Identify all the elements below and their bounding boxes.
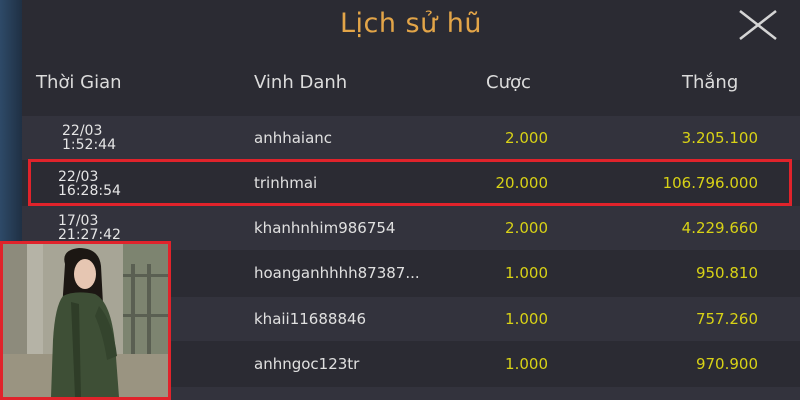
column-header-time: Thời Gian bbox=[36, 72, 122, 93]
table-row[interactable]: 22/03 1:52:44 anhhaianc 2.000 3.205.100 bbox=[22, 116, 800, 160]
close-icon bbox=[739, 10, 777, 40]
dialog-title: Lịch sử hũ bbox=[339, 8, 483, 39]
row-date: 22/03 bbox=[62, 123, 103, 139]
highlight-box bbox=[28, 159, 792, 206]
row-win: 4.229.660 bbox=[681, 219, 758, 237]
close-button[interactable] bbox=[736, 8, 780, 42]
row-datetime: 17/03 21:27:42 bbox=[58, 214, 148, 242]
row-player-name: khaii11688846 bbox=[254, 310, 367, 328]
dialog-header: Lịch sử hũ bbox=[22, 0, 800, 52]
row-bet: 1.000 bbox=[505, 264, 548, 282]
column-header-bet: Cược bbox=[486, 72, 531, 93]
row-win: 950.810 bbox=[695, 264, 758, 282]
row-win: 757.260 bbox=[695, 310, 758, 328]
row-time: 1:52:44 bbox=[62, 137, 116, 153]
row-bet: 1.000 bbox=[505, 310, 548, 328]
table-header: Thời Gian Vinh Danh Cược Thắng bbox=[22, 52, 800, 114]
column-header-name: Vinh Danh bbox=[254, 72, 348, 93]
row-player-name: anhngoc123tr bbox=[254, 355, 360, 373]
row-win: 970.900 bbox=[695, 355, 758, 373]
row-player-name: anhhaianc bbox=[254, 129, 333, 147]
row-time: 21:27:42 bbox=[58, 227, 121, 243]
player-photo bbox=[0, 241, 171, 400]
row-player-name: khanhnhim986754 bbox=[254, 219, 396, 237]
row-bet: 2.000 bbox=[505, 129, 548, 147]
row-date: 17/03 bbox=[58, 213, 99, 229]
row-bet: 2.000 bbox=[505, 219, 548, 237]
column-header-win: Thắng bbox=[682, 72, 739, 93]
photo-image bbox=[3, 244, 168, 397]
row-player-name: hoanganhhhh87387... bbox=[254, 264, 420, 282]
row-bet: 1.000 bbox=[505, 355, 548, 373]
row-datetime: 22/03 1:52:44 bbox=[62, 124, 152, 152]
row-win: 3.205.100 bbox=[681, 129, 758, 147]
